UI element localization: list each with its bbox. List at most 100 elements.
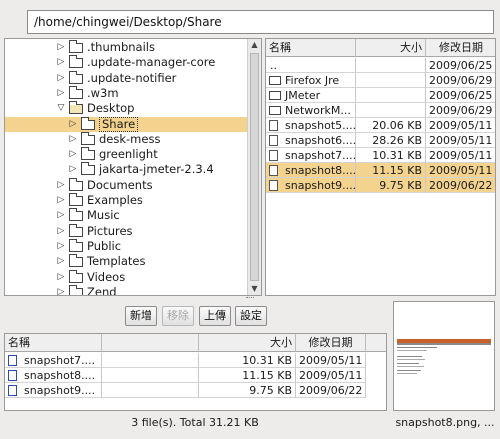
remove-button[interactable]: 移除 <box>162 306 194 326</box>
file-row[interactable]: Firefox Jre 2009/06/29 <box>266 73 495 88</box>
file-row[interactable]: snapshot7.... 10.31 KB 2009/05/11 <box>266 148 495 163</box>
column-header-date[interactable]: 修改日期 <box>426 39 495 57</box>
tree-item-label: Templates <box>87 254 146 269</box>
file-name: NetworkM... <box>285 104 351 117</box>
tree-scrollbar[interactable]: ▲ ▼ <box>247 39 261 295</box>
folder-icon <box>69 177 83 191</box>
queue-row[interactable]: snapshot7.... 10.31 KB 2009/05/11 <box>5 353 386 368</box>
tree-item[interactable]: ▷ Zend <box>5 284 247 295</box>
tree-item[interactable]: ▷ Examples <box>5 193 247 208</box>
scroll-down-icon[interactable]: ▼ <box>248 283 261 295</box>
scroll-up-icon[interactable]: ▲ <box>248 39 261 51</box>
preview-filename: snapshot8.png, ... <box>395 416 495 429</box>
tree-item[interactable]: ▷ Music <box>5 208 247 223</box>
folder-icon <box>81 162 95 176</box>
file-name: JMeter <box>285 89 321 102</box>
folder-tree[interactable]: ▷ .thumbnails ▷ .update-manager-core ▷ .updat… <box>4 38 262 296</box>
queue-header-end <box>366 334 386 352</box>
tree-item-label: greenlight <box>99 147 158 162</box>
file-name: snapshot6.... <box>285 134 356 147</box>
file-name-cell: JMeter <box>266 88 356 103</box>
expand-arrow-icon[interactable]: ▷ <box>56 40 66 55</box>
column-header-name[interactable]: 名稱 <box>266 39 356 57</box>
expand-arrow-icon[interactable]: ▷ <box>56 285 66 295</box>
file-size: 9.75 KB <box>356 178 426 193</box>
file-name-cell: snapshot9.... <box>266 178 356 193</box>
upload-button[interactable]: 上傳 <box>199 306 231 326</box>
folder-icon <box>69 85 83 99</box>
tree-item-label: desk-mess <box>99 131 161 146</box>
folder-icon <box>81 147 95 161</box>
collapse-arrow-icon[interactable]: ▽ <box>56 101 66 116</box>
expand-arrow-icon[interactable]: ▷ <box>56 224 66 239</box>
expand-arrow-icon[interactable]: ▷ <box>68 132 78 147</box>
queue-name-cell: snapshot7.... <box>5 353 102 368</box>
queue-header-date[interactable]: 修改日期 <box>296 334 366 352</box>
expand-arrow-icon[interactable]: ▷ <box>68 147 78 162</box>
file-row[interactable]: snapshot5.... 20.06 KB 2009/05/11 <box>266 118 495 133</box>
expand-arrow-icon[interactable]: ▷ <box>56 178 66 193</box>
tree-item[interactable]: ▷ Public <box>5 238 247 254</box>
tree-item[interactable]: ▷ .thumbnails <box>5 40 247 55</box>
file-row[interactable]: snapshot9.... 9.75 KB 2009/06/22 <box>266 178 495 193</box>
tree-item-label: Pictures <box>87 223 133 238</box>
settings-button[interactable]: 設定 <box>235 306 267 326</box>
expand-arrow-icon[interactable]: ▷ <box>56 208 66 223</box>
file-icon <box>8 385 17 396</box>
file-name-cell: NetworkM... <box>266 103 356 118</box>
tree-item[interactable]: ▷ Share <box>5 116 247 132</box>
column-header-size[interactable]: 大小 <box>356 39 426 57</box>
file-size: 10.31 KB <box>356 148 426 163</box>
expand-arrow-icon[interactable]: ▷ <box>56 270 66 285</box>
path-input[interactable] <box>27 10 494 34</box>
expand-arrow-icon[interactable]: ▷ <box>56 86 66 101</box>
queue-header-size[interactable]: 大小 <box>199 334 296 352</box>
file-row[interactable]: snapshot8.... 11.15 KB 2009/05/11 <box>266 163 495 178</box>
file-name: snapshot9.... <box>285 179 356 192</box>
queue-file-size: 10.31 KB <box>199 353 296 368</box>
tree-item[interactable]: ▷ desk-mess <box>5 131 247 147</box>
tree-item[interactable]: ▷ greenlight <box>5 147 247 162</box>
queue-row[interactable]: snapshot9.... 9.75 KB 2009/06/22 <box>5 383 386 398</box>
file-row[interactable]: NetworkM... 2009/06/29 <box>266 103 495 118</box>
tree-item[interactable]: ▽ Desktop <box>5 101 247 116</box>
tree-item[interactable]: ▷ Documents <box>5 177 247 193</box>
queue-header-name[interactable]: 名稱 <box>5 334 102 352</box>
queue-file-date: 2009/06/22 <box>296 383 366 398</box>
file-row[interactable]: .. 2009/06/25 <box>266 58 495 73</box>
file-size: 11.15 KB <box>356 163 426 178</box>
tree-item[interactable]: ▷ .update-manager-core <box>5 55 247 70</box>
tree-item-label: .w3m <box>87 85 119 100</box>
expand-arrow-icon[interactable]: ▷ <box>56 71 66 86</box>
expand-arrow-icon[interactable]: ▷ <box>68 117 78 132</box>
tree-scroll-thumb[interactable] <box>250 53 259 281</box>
expand-arrow-icon[interactable]: ▷ <box>56 239 66 254</box>
expand-arrow-icon[interactable]: ▷ <box>68 162 78 177</box>
add-button[interactable]: 新增 <box>125 306 157 326</box>
file-date: 2009/06/25 <box>426 88 495 103</box>
tree-item[interactable]: ▷ Videos <box>5 269 247 285</box>
folder-icon <box>81 131 95 145</box>
upload-queue-list[interactable]: 名稱 大小 修改日期 snapshot7.... 10.31 KB 2009/05/… <box>4 333 387 411</box>
image-preview <box>393 301 495 411</box>
expand-arrow-icon[interactable]: ▷ <box>56 55 66 70</box>
expand-arrow-icon[interactable]: ▷ <box>56 193 66 208</box>
tree-item-label: .thumbnails <box>87 40 155 54</box>
tree-item[interactable]: ▷ .update-notifier <box>5 70 247 86</box>
file-name-cell: snapshot8.... <box>266 163 356 178</box>
tree-item[interactable]: ▷ .w3m <box>5 85 247 101</box>
file-row[interactable]: JMeter 2009/06/25 <box>266 88 495 103</box>
queue-row[interactable]: snapshot8.... 11.15 KB 2009/05/11 <box>5 368 386 383</box>
queue-file-size: 11.15 KB <box>199 368 296 383</box>
file-row[interactable]: snapshot6.... 28.26 KB 2009/05/11 <box>266 133 495 148</box>
expand-arrow-icon[interactable]: ▷ <box>56 254 66 269</box>
file-icon <box>8 355 17 366</box>
tree-item[interactable]: ▷ jakarta-jmeter-2.3.4 <box>5 162 247 177</box>
tree-item-label: Documents <box>87 177 153 192</box>
file-list[interactable]: 名稱 大小 修改日期 .. 2009/06/25 Firefox Jre 2009/0… <box>265 38 496 296</box>
tree-item[interactable]: ▷ Pictures <box>5 223 247 239</box>
tree-item[interactable]: ▷ Templates <box>5 254 247 269</box>
file-name-cell: snapshot7.... <box>266 148 356 163</box>
tree-item-label: Share <box>99 116 139 132</box>
file-size <box>356 103 426 118</box>
